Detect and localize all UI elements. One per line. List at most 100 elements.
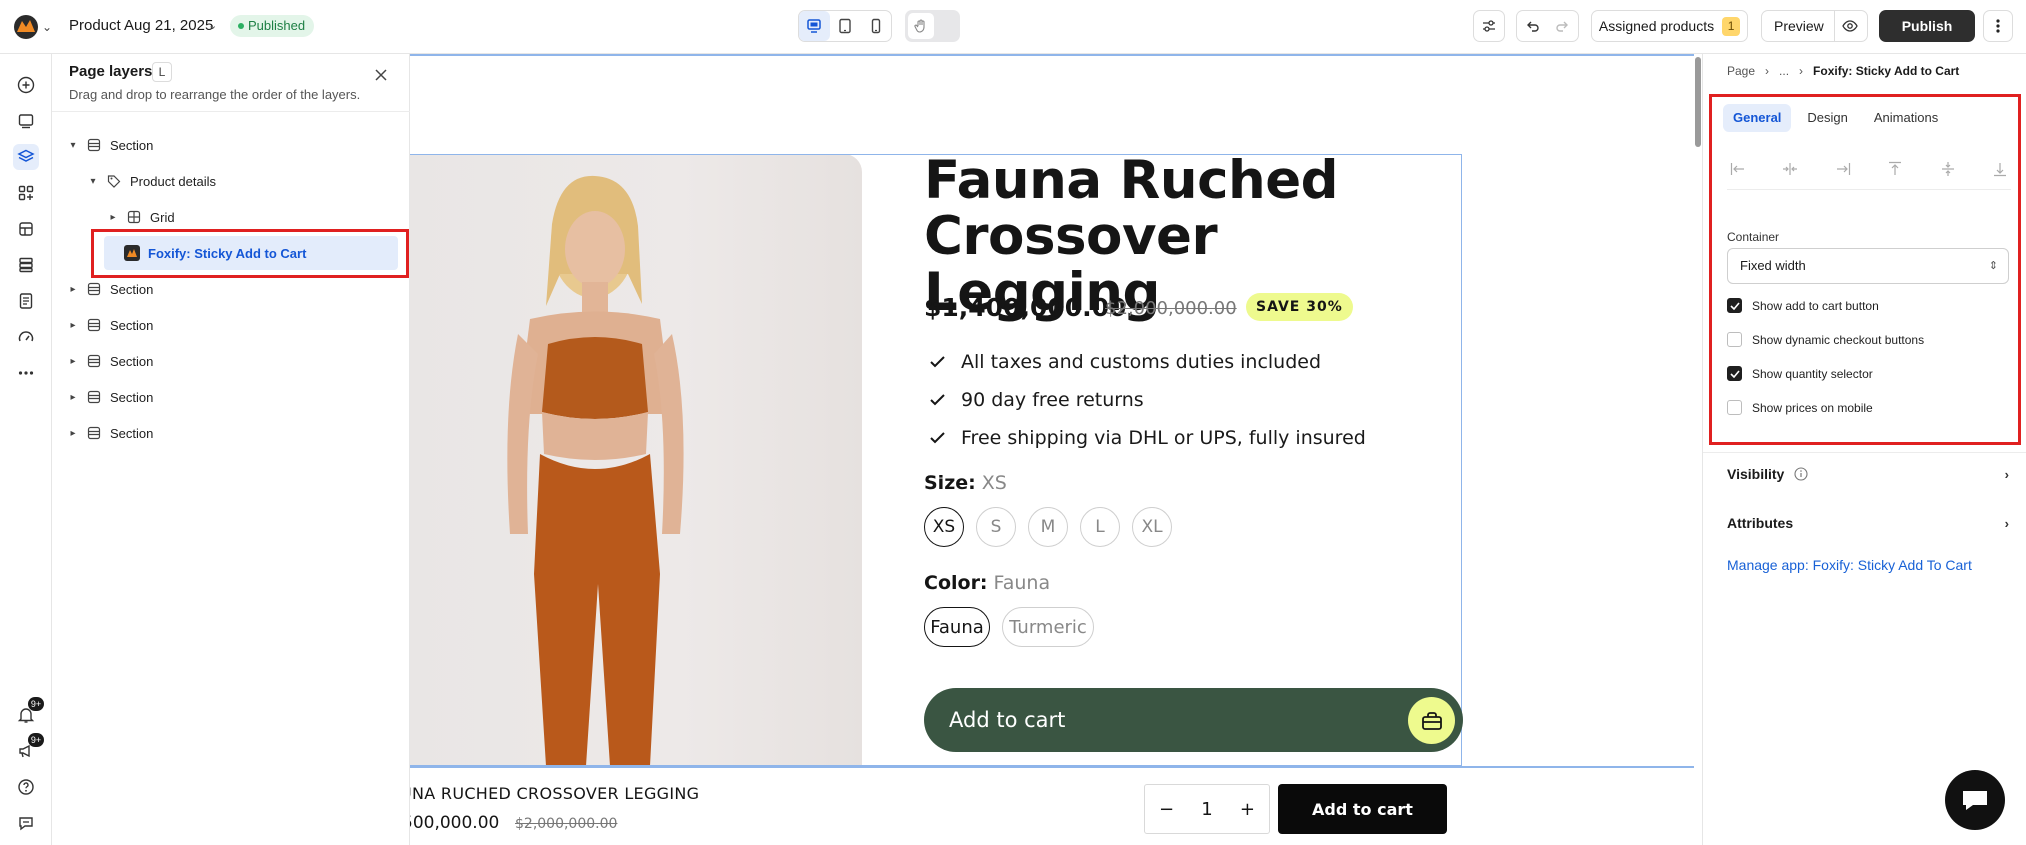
show-add-to-cart-checkbox[interactable] bbox=[1727, 298, 1742, 313]
align-right-button[interactable] bbox=[1832, 158, 1854, 180]
assigned-products-button[interactable]: Assigned products 1 bbox=[1591, 10, 1748, 42]
left-rail: 9+ 9+ bbox=[0, 54, 52, 845]
add-to-cart-button[interactable]: Add to cart bbox=[924, 688, 1463, 752]
layer-item-section[interactable]: ▸ Section bbox=[66, 343, 396, 379]
show-add-to-cart-checkbox-row[interactable]: Show add to cart button bbox=[1727, 298, 1879, 313]
size-option-l[interactable]: L bbox=[1080, 507, 1120, 547]
color-option-turmeric[interactable]: Turmeric bbox=[1002, 607, 1094, 647]
layer-item-section[interactable]: ▾ Section bbox=[66, 127, 396, 163]
settings-sliders-button[interactable] bbox=[1473, 10, 1505, 42]
messages-button[interactable]: 9+ bbox=[13, 733, 44, 764]
hand-tool-button[interactable] bbox=[908, 13, 934, 39]
publish-button[interactable]: Publish bbox=[1879, 10, 1975, 42]
more-tools-button[interactable] bbox=[13, 360, 39, 386]
quantity-stepper[interactable]: − 1 + bbox=[1144, 784, 1270, 834]
chevron-right-icon[interactable]: ▸ bbox=[66, 428, 80, 439]
interaction-mode-toggle[interactable] bbox=[905, 10, 960, 42]
components-button[interactable] bbox=[13, 216, 39, 242]
scrollbar-thumb[interactable] bbox=[1695, 57, 1701, 147]
chevron-right-icon[interactable]: ▸ bbox=[66, 320, 80, 331]
more-horizontal-icon bbox=[18, 371, 34, 375]
container-select[interactable]: Fixed width ⇕ bbox=[1727, 248, 2009, 284]
show-dynamic-checkout-checkbox-row[interactable]: Show dynamic checkout buttons bbox=[1727, 332, 1924, 347]
chevron-down-icon[interactable]: ⌄ bbox=[208, 19, 217, 32]
undo-button[interactable] bbox=[1517, 11, 1548, 41]
quantity-minus-button[interactable]: − bbox=[1159, 799, 1174, 820]
sticky-add-to-cart-button[interactable]: Add to cart bbox=[1278, 784, 1447, 834]
manage-app-link[interactable]: Manage app: Foxify: Sticky Add To Cart bbox=[1727, 557, 1972, 573]
chevron-right-icon[interactable]: › bbox=[2005, 467, 2009, 482]
shortcut-key: L bbox=[152, 62, 172, 82]
show-prices-on-mobile-checkbox[interactable] bbox=[1727, 400, 1742, 415]
templates-button[interactable] bbox=[13, 252, 39, 278]
align-top-button[interactable] bbox=[1884, 158, 1906, 180]
size-option-m[interactable]: M bbox=[1028, 507, 1068, 547]
size-option-xs[interactable]: XS bbox=[924, 507, 964, 547]
breadcrumb: Page › ... › Foxify: Sticky Add to Cart bbox=[1727, 64, 1959, 78]
help-button[interactable] bbox=[13, 774, 39, 800]
support-chat-button[interactable] bbox=[1945, 770, 2005, 830]
add-element-button[interactable] bbox=[13, 72, 39, 98]
chevron-down-icon[interactable]: ▾ bbox=[66, 140, 80, 151]
breadcrumb-page[interactable]: Page bbox=[1727, 64, 1755, 78]
visibility-section[interactable]: Visibility › bbox=[1727, 452, 2009, 496]
chevron-down-icon[interactable]: ⌄ bbox=[42, 20, 52, 34]
app-logo-icon[interactable] bbox=[12, 14, 40, 40]
editor-canvas[interactable]: Fauna Ruched Crossover Legging $1,400,00… bbox=[410, 54, 1702, 845]
align-center-h-button[interactable] bbox=[1779, 158, 1801, 180]
layers-title: Page layers bbox=[69, 63, 153, 80]
show-prices-on-mobile-checkbox-row[interactable]: Show prices on mobile bbox=[1727, 400, 1873, 415]
tab-design[interactable]: Design bbox=[1797, 104, 1857, 132]
align-middle-button[interactable] bbox=[1937, 158, 1959, 180]
close-icon[interactable] bbox=[370, 64, 392, 86]
show-dynamic-checkout-checkbox[interactable] bbox=[1727, 332, 1742, 347]
chat-icon bbox=[19, 817, 33, 831]
desktop-view-button[interactable] bbox=[799, 11, 830, 41]
size-option-xl[interactable]: XL bbox=[1132, 507, 1172, 547]
quantity-plus-button[interactable]: + bbox=[1240, 799, 1255, 820]
attributes-section[interactable]: Attributes › bbox=[1727, 501, 2009, 545]
show-quantity-selector-checkbox[interactable] bbox=[1727, 366, 1742, 381]
layer-item-section[interactable]: ▸ Section bbox=[66, 379, 396, 415]
chevron-right-icon[interactable]: › bbox=[2005, 516, 2009, 531]
size-option-s[interactable]: S bbox=[976, 507, 1016, 547]
select-arrows-icon: ⇕ bbox=[1988, 260, 1998, 272]
mobile-view-button[interactable] bbox=[860, 11, 891, 41]
tab-animations[interactable]: Animations bbox=[1864, 104, 1948, 132]
layers-button[interactable] bbox=[13, 144, 39, 170]
layer-item-section[interactable]: ▸ Section bbox=[66, 415, 396, 451]
preview-button[interactable]: Preview bbox=[1761, 10, 1868, 42]
align-bottom-button[interactable] bbox=[1989, 158, 2011, 180]
chevron-right-icon[interactable]: ▸ bbox=[106, 212, 120, 223]
layer-item-section[interactable]: ▸ Section bbox=[66, 271, 396, 307]
chevron-right-icon[interactable]: ▸ bbox=[66, 284, 80, 295]
notification-count-badge: 9+ bbox=[28, 697, 44, 711]
performance-button[interactable] bbox=[13, 324, 39, 350]
pages-button[interactable] bbox=[13, 288, 39, 314]
chevron-right-icon[interactable]: ▸ bbox=[66, 356, 80, 367]
info-icon[interactable] bbox=[1794, 467, 1808, 481]
show-quantity-selector-checkbox-row[interactable]: Show quantity selector bbox=[1727, 366, 1873, 381]
tab-general[interactable]: General bbox=[1723, 104, 1792, 132]
quantity-value[interactable]: 1 bbox=[1201, 799, 1212, 820]
chevron-right-icon[interactable]: ▸ bbox=[66, 392, 80, 403]
feedback-button[interactable] bbox=[13, 810, 39, 836]
section-icon bbox=[86, 317, 102, 333]
apps-button[interactable] bbox=[13, 180, 39, 206]
notifications-button[interactable]: 9+ bbox=[13, 697, 44, 728]
color-option-fauna[interactable]: Fauna bbox=[924, 607, 990, 647]
layer-item-section[interactable]: ▸ Section bbox=[66, 307, 396, 343]
layer-item-product-details[interactable]: ▾ Product details bbox=[86, 163, 396, 199]
chevron-down-icon[interactable]: ▾ bbox=[86, 176, 100, 187]
more-options-button[interactable] bbox=[1983, 10, 2013, 42]
redo-button[interactable] bbox=[1548, 11, 1579, 41]
page-title[interactable]: Product Aug 21, 2025 bbox=[69, 17, 213, 34]
size-selected-value: XS bbox=[981, 472, 1007, 494]
canvas-scrollbar[interactable] bbox=[1694, 54, 1702, 845]
breadcrumb-ellipsis[interactable]: ... bbox=[1779, 64, 1789, 78]
align-left-button[interactable] bbox=[1727, 158, 1749, 180]
eye-icon[interactable] bbox=[1842, 19, 1858, 33]
tablet-view-button[interactable] bbox=[830, 11, 861, 41]
add-to-cart-label: Add to cart bbox=[949, 708, 1066, 732]
sections-button[interactable] bbox=[13, 108, 39, 134]
